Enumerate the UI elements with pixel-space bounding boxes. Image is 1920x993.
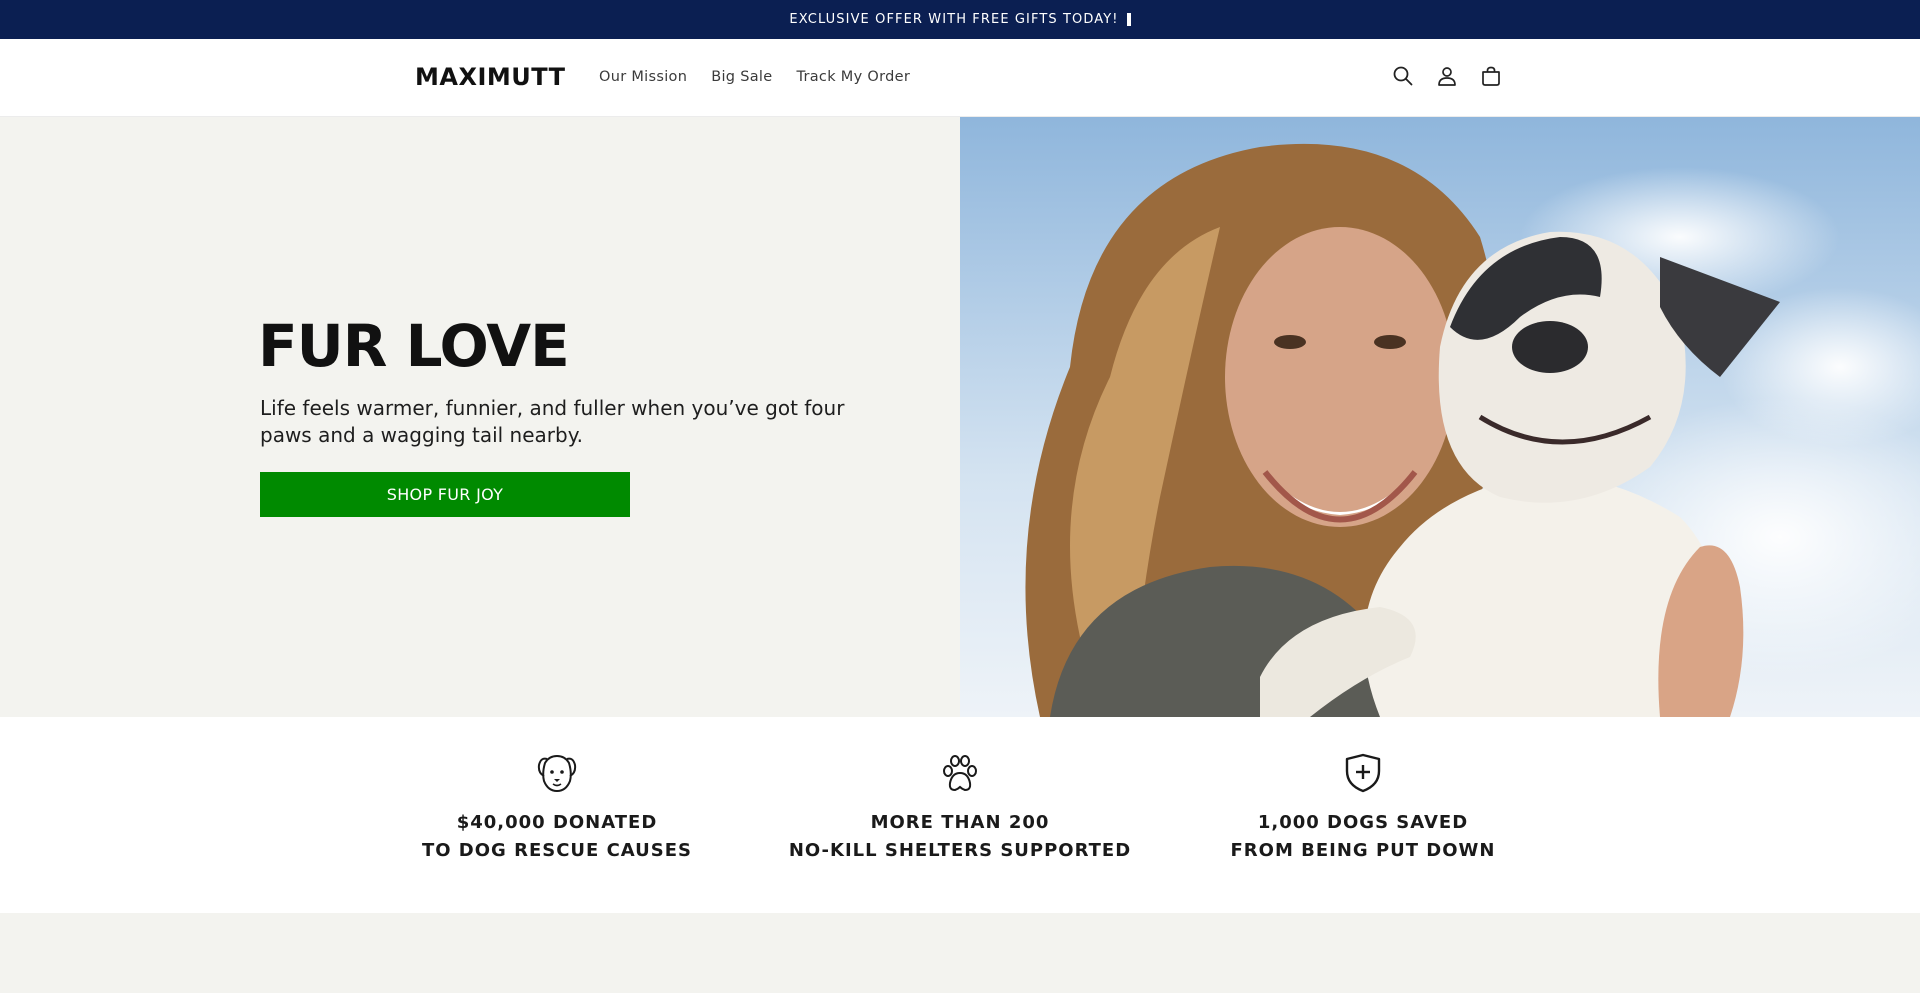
announcement-bar: EXCLUSIVE OFFER WITH FREE GIFTS TODAY! [0,0,1920,39]
dog-face-icon [537,754,577,793]
stat-donated-line2: TO DOG RESCUE CAUSES [421,840,693,861]
woman-hugging-dog-photo [960,117,1920,717]
search-icon[interactable] [1391,64,1415,88]
shop-fur-joy-button[interactable]: SHOP FUR JOY [260,472,630,517]
stat-shelters: MORE THAN 200 NO-KILL SHELTERS SUPPORTED [780,751,1140,865]
nav-track-my-order[interactable]: Track My Order [796,69,910,85]
next-section [0,913,1920,993]
logo[interactable]: MAXIMUTT [415,63,566,91]
paw-icon [943,755,977,792]
hero-section: FUR LOVE Life feels warmer, funnier, and… [0,117,1920,717]
account-icon[interactable] [1435,64,1459,88]
stat-shelters-line1: MORE THAN 200 [870,812,1050,833]
stat-saved-line2: FROM BEING PUT DOWN [1230,840,1496,861]
stat-saved: 1,000 DOGS SAVED FROM BEING PUT DOWN [1183,751,1543,865]
hero-title: FUR LOVE [258,312,570,380]
stat-donated-line1: $40,000 DONATED [456,812,658,833]
impact-stats: $40,000 DONATED TO DOG RESCUE CAUSES MOR… [0,717,1920,913]
stat-saved-line1: 1,000 DOGS SAVED [1257,812,1469,833]
shield-plus-icon [1345,753,1381,793]
header-actions [1391,64,1503,88]
nav-big-sale[interactable]: Big Sale [711,69,772,85]
nav-our-mission[interactable]: Our Mission [599,69,687,85]
stat-donated: $40,000 DONATED TO DOG RESCUE CAUSES [377,751,737,865]
main-nav: Our Mission Big Sale Track My Order [599,69,910,85]
announcement-text: EXCLUSIVE OFFER WITH FREE GIFTS TODAY! [789,12,1119,27]
gift-glyph-icon [1126,13,1131,26]
hero-image [960,117,1920,717]
site-header: MAXIMUTT Our Mission Big Sale Track My O… [0,39,1920,117]
cart-icon[interactable] [1479,64,1503,88]
hero-subtitle: Life feels warmer, funnier, and fuller w… [260,396,845,447]
stat-shelters-line2: NO-KILL SHELTERS SUPPORTED [788,840,1132,861]
